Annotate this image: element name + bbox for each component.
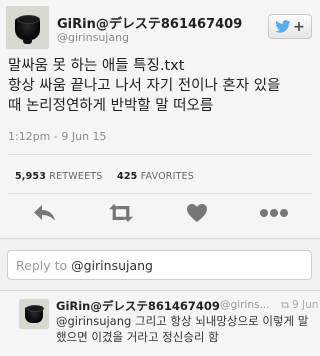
- display-name[interactable]: GiRin@デレステ861467409: [57, 13, 242, 32]
- tweet-text-line: 말싸움 못 하는 애들 특징.txt: [8, 58, 185, 74]
- more-icon: [260, 209, 288, 217]
- divider: [8, 193, 312, 194]
- reply-input[interactable]: Reply to @girinsujang: [7, 250, 312, 280]
- more-button[interactable]: [258, 202, 290, 224]
- retweet-button[interactable]: [108, 202, 134, 224]
- reply-prefix: Reply to: [16, 258, 72, 273]
- reply-time-text: 9 Jun: [292, 299, 319, 311]
- avatar[interactable]: [6, 6, 49, 49]
- twitter-bird-icon: [275, 20, 291, 33]
- tweet-text-line: 때 논리정연하게 반박할 말 떠오름: [8, 98, 214, 114]
- reply-text-line: 했으면 이겼을 거라고 정신승리 함: [56, 330, 219, 344]
- favorites-label[interactable]: FAVORITES: [141, 171, 194, 182]
- tweet-text: 말싸움 못 하는 애들 특징.txt 항상 싸움 끝나고 나서 자기 전이나 혼…: [8, 56, 316, 116]
- username[interactable]: @girinsujang: [57, 31, 129, 44]
- reply-tweet[interactable]: GiRin@デレステ861467409 @girins... 9 Jun @gi…: [0, 290, 320, 356]
- reply-username[interactable]: @girins...: [220, 299, 269, 311]
- reply-text-mention[interactable]: @girinsujang: [56, 314, 131, 328]
- retweet-icon: [108, 204, 134, 222]
- favorite-button[interactable]: [184, 202, 210, 224]
- avatar[interactable]: [19, 299, 49, 329]
- retweets-count[interactable]: 5,953: [15, 171, 46, 182]
- favorite-icon: [187, 204, 207, 222]
- tweet-text-line: 항상 싸움 끝나고 나서 자기 전이나 혼자 있을: [8, 78, 281, 94]
- tweet-timestamp[interactable]: 1:12pm - 9 Jun 15: [8, 130, 107, 143]
- retweet-small-icon: [280, 301, 290, 309]
- tweet-detail-card: GiRin@デレステ861467409 @girinsujang + 말싸움 못…: [0, 0, 320, 239]
- reply-text: @girinsujang 그리고 항상 뇌내망상으로 이렇게 말 했으면 이겼을…: [56, 313, 314, 345]
- retweets-label[interactable]: RETWEETS: [49, 171, 102, 182]
- tweet-stats: 5,953 RETWEETS 425 FAVORITES: [15, 171, 194, 182]
- follow-plus: +: [293, 18, 305, 35]
- reply-icon: [34, 205, 55, 221]
- favorites-count[interactable]: 425: [117, 171, 137, 182]
- reply-timestamp: 9 Jun: [280, 299, 318, 311]
- tweet-actions: [0, 198, 320, 228]
- reply-button[interactable]: [32, 202, 58, 224]
- reply-display-name[interactable]: GiRin@デレステ861467409: [56, 298, 220, 314]
- reply-mention: @girinsujang: [71, 258, 153, 273]
- reply-text-line: 그리고 항상 뇌내망상으로 이렇게 말: [131, 314, 309, 328]
- follow-button[interactable]: +: [268, 14, 312, 39]
- divider: [8, 154, 312, 155]
